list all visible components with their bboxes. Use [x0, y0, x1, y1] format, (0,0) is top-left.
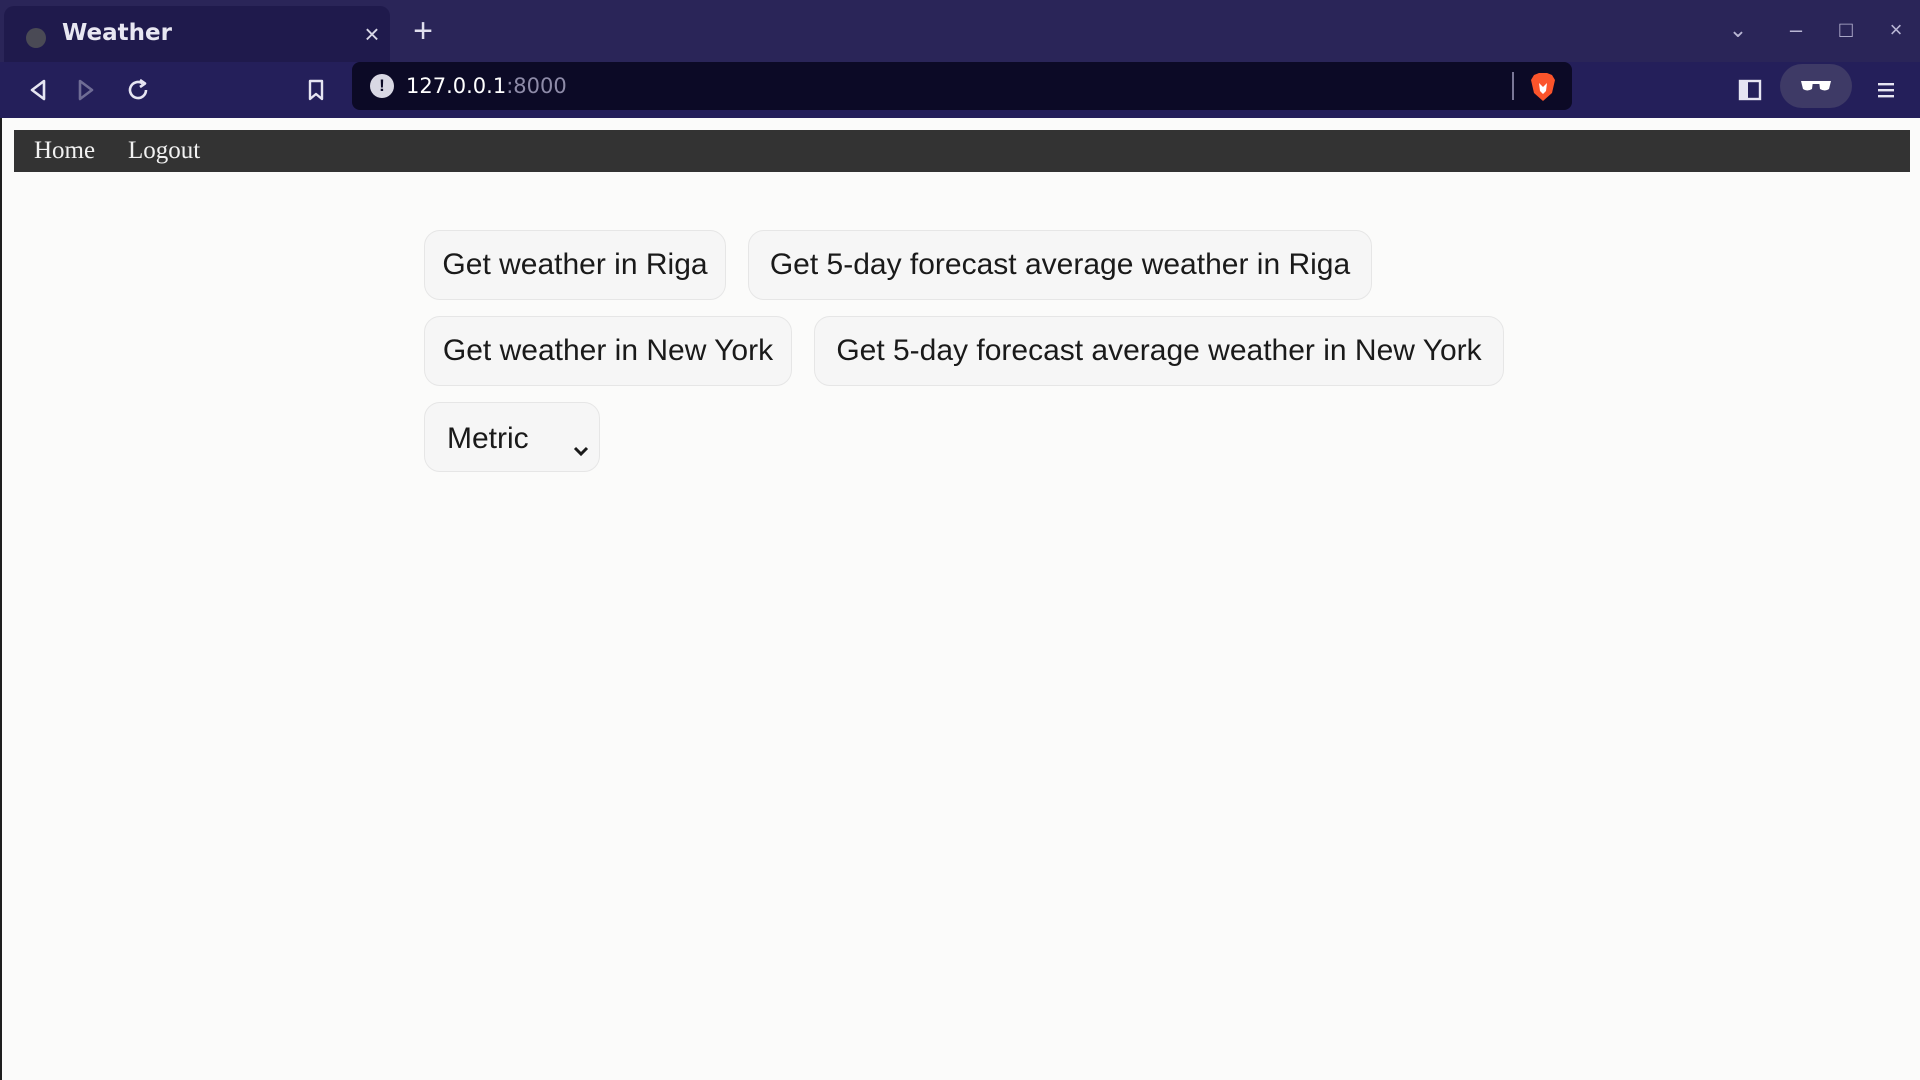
- new-tab-button[interactable]: +: [406, 14, 440, 48]
- riga-forecast-button[interactable]: Get 5-day forecast average weather in Ri…: [748, 230, 1372, 300]
- page-content: Home Logout Get weather in Riga Get 5-da…: [0, 118, 1920, 1080]
- tab-bar: Weather × + ⌄ – □ ×: [0, 0, 1920, 62]
- url-divider: [1512, 72, 1514, 100]
- site-navbar: Home Logout: [14, 130, 1910, 172]
- sidebar-toggle-icon[interactable]: [1730, 70, 1770, 110]
- address-bar[interactable]: ! 127.0.0.1:8000: [352, 62, 1572, 110]
- url-text: 127.0.0.1:8000: [406, 74, 567, 98]
- reload-icon[interactable]: [118, 70, 158, 110]
- tab-close-icon[interactable]: ×: [358, 20, 386, 48]
- nav-link-logout[interactable]: Logout: [128, 137, 200, 165]
- window-close-icon[interactable]: ×: [1878, 12, 1914, 48]
- new-york-forecast-button[interactable]: Get 5-day forecast average weather in Ne…: [814, 316, 1504, 386]
- tab-list-dropdown-icon[interactable]: ⌄: [1720, 12, 1756, 48]
- site-info-icon[interactable]: !: [370, 74, 394, 98]
- url-host: 127.0.0.1: [406, 74, 507, 98]
- back-icon[interactable]: [18, 70, 58, 110]
- maximize-icon[interactable]: □: [1828, 12, 1864, 48]
- browser-chrome: Weather × + ⌄ – □ × ! 127.0.0.1:8000: [0, 0, 1920, 118]
- units-select[interactable]: Metric: [424, 402, 600, 472]
- wallet-glasses-icon[interactable]: [1780, 64, 1852, 108]
- nav-link-home[interactable]: Home: [34, 137, 95, 165]
- browser-toolbar: ! 127.0.0.1:8000: [0, 62, 1920, 118]
- forward-icon[interactable]: [66, 70, 106, 110]
- tab-title: Weather: [62, 20, 172, 46]
- chevron-down-icon: [573, 431, 589, 457]
- units-select-value: Metric: [447, 422, 529, 455]
- bookmark-icon[interactable]: [296, 70, 336, 110]
- minimize-icon[interactable]: –: [1778, 12, 1814, 48]
- favicon-icon: [26, 28, 46, 48]
- new-york-weather-button[interactable]: Get weather in New York: [424, 316, 792, 386]
- url-port: :8000: [506, 74, 567, 98]
- browser-tab[interactable]: Weather ×: [4, 6, 390, 62]
- riga-weather-button[interactable]: Get weather in Riga: [424, 230, 726, 300]
- brave-shields-icon[interactable]: [1528, 71, 1558, 103]
- menu-icon[interactable]: [1866, 70, 1906, 110]
